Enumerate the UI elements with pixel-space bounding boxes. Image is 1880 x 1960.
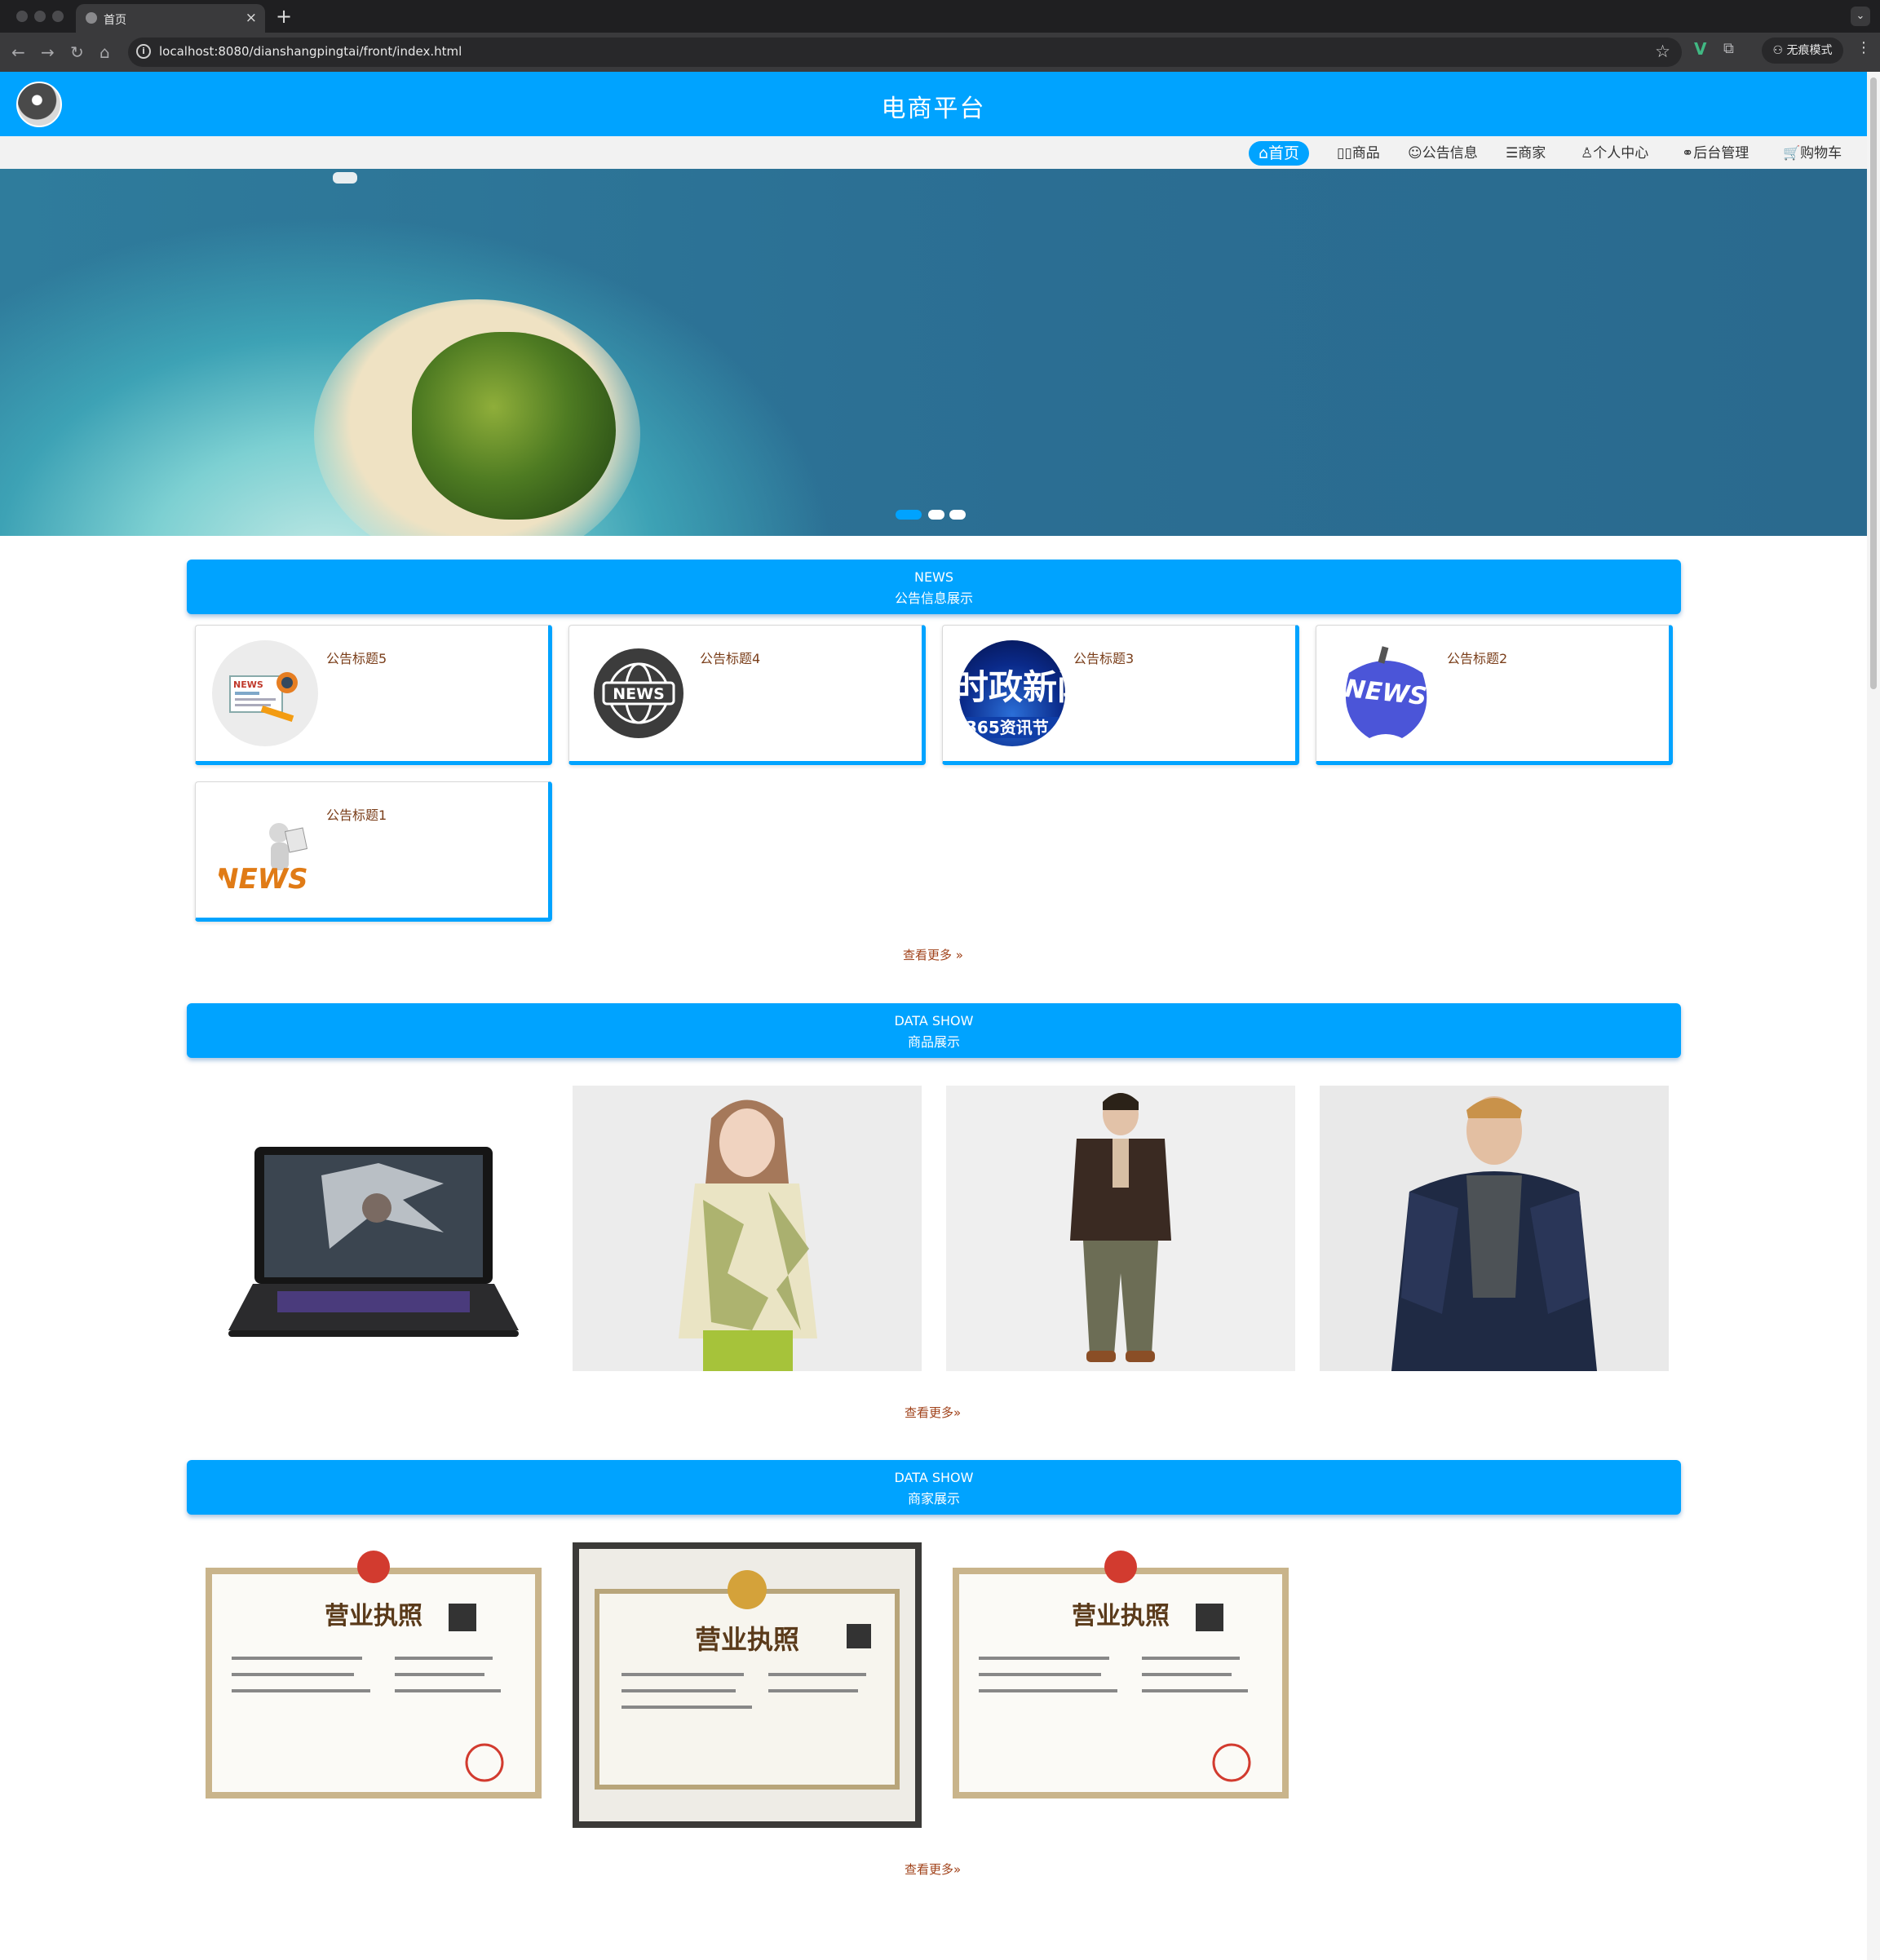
- news-newspaper-icon: NEWS: [212, 640, 318, 746]
- window-close-dot[interactable]: [16, 11, 28, 22]
- merchant-tile-license[interactable]: 营业执照: [199, 1542, 548, 1828]
- news-globe-icon: NEWS: [586, 640, 692, 746]
- news-card[interactable]: NEWS 公告标题5: [195, 625, 552, 765]
- merchant-more-link[interactable]: 查看更多»: [905, 1860, 961, 1878]
- merchant-section-title-cn: 商家展示: [907, 1491, 960, 1507]
- merchant-tile-license[interactable]: 营业执照: [573, 1542, 922, 1828]
- news-title[interactable]: 公告标题4: [700, 648, 760, 667]
- tab-close-icon[interactable]: ×: [246, 10, 257, 26]
- new-tab-icon[interactable]: +: [276, 5, 292, 28]
- browser-tab-strip: 首页 × + ⌄: [0, 0, 1880, 33]
- goods-tile-woman-top[interactable]: [573, 1086, 922, 1371]
- license-heading: 营业执照: [1072, 1602, 1170, 1630]
- merchant-section-title-en: DATA SHOW: [894, 1470, 974, 1485]
- nav-home[interactable]: ⌂首页: [1249, 141, 1310, 166]
- nav-goods[interactable]: ▯▯商品: [1337, 141, 1380, 166]
- license-heading: 营业执照: [325, 1602, 422, 1630]
- address-url[interactable]: localhost:8080/dianshangpingtai/front/in…: [159, 44, 462, 59]
- tab-search-chevron-icon[interactable]: ⌄: [1851, 7, 1870, 26]
- goods-section-title-cn: 商品展示: [907, 1034, 960, 1050]
- news-title[interactable]: 公告标题2: [1447, 648, 1507, 667]
- incognito-badge[interactable]: ⚇ 无痕模式: [1762, 38, 1843, 64]
- news-card[interactable]: NEWS 公告标题4: [568, 625, 926, 765]
- banner-boat: [333, 172, 357, 184]
- svg-text:365资讯节: 365资讯节: [966, 718, 1049, 737]
- goods-section-header: DATA SHOW 商品展示: [187, 1003, 1681, 1058]
- back-arrow-icon[interactable]: ←: [11, 42, 25, 62]
- nav-admin[interactable]: ⚭后台管理: [1682, 141, 1749, 166]
- address-bar[interactable]: i localhost:8080/dianshangpingtai/front/…: [128, 38, 1682, 67]
- goods-tile-man-quilted-jacket[interactable]: [1320, 1086, 1669, 1371]
- news-section-title-cn: 公告信息展示: [894, 591, 973, 606]
- nav-merchant[interactable]: ☰商家: [1506, 141, 1546, 166]
- incognito-icon: ⚇: [1772, 44, 1787, 57]
- browser-toolbar: ← → ↻ ⌂ i localhost:8080/dianshangpingta…: [0, 33, 1880, 72]
- news-card[interactable]: NEWS 公告标题2: [1316, 625, 1673, 765]
- merchant-tile-license[interactable]: 营业执照: [946, 1542, 1295, 1828]
- goods-tile-man-brown-jacket[interactable]: [946, 1086, 1295, 1371]
- news-section-title-en: NEWS: [913, 569, 954, 585]
- bookmark-star-icon[interactable]: ☆: [1655, 42, 1670, 61]
- goods-more-link[interactable]: 查看更多»: [905, 1404, 961, 1421]
- svg-text:时政新闻: 时政新闻: [959, 667, 1065, 707]
- browser-tab[interactable]: 首页 ×: [76, 4, 265, 33]
- page-scrollbar-thumb[interactable]: [1870, 77, 1877, 689]
- main-nav: ⌂首页 ▯▯商品 ☺公告信息 ☰商家 ♙个人中心 ⚭后台管理 🛒购物车: [0, 136, 1867, 169]
- news-card[interactable]: NEWS 公告标题1: [195, 781, 552, 922]
- globe-icon: [86, 12, 97, 24]
- extensions-puzzle-icon[interactable]: ⧉: [1723, 40, 1734, 57]
- carousel-dot-3[interactable]: [949, 510, 966, 520]
- window-minimize-dot[interactable]: [34, 11, 46, 22]
- svg-text:NEWS: NEWS: [233, 679, 263, 690]
- banner-carousel[interactable]: [0, 169, 1867, 536]
- news-title[interactable]: 公告标题3: [1073, 648, 1134, 667]
- site-title: 电商平台: [881, 95, 986, 123]
- vue-devtools-icon[interactable]: V: [1694, 39, 1706, 59]
- political-news-image: 时政新闻 365资讯节: [959, 640, 1065, 746]
- home-browser-icon[interactable]: ⌂: [100, 42, 110, 62]
- license-heading: 营业执照: [695, 1624, 799, 1655]
- incognito-label: 无痕模式: [1786, 44, 1833, 57]
- nav-user-center[interactable]: ♙个人中心: [1581, 141, 1648, 166]
- carousel-dot-1[interactable]: [896, 510, 922, 520]
- carousel-dot-2[interactable]: [928, 510, 944, 520]
- forward-arrow-icon[interactable]: →: [41, 42, 55, 62]
- site-header: 电商平台: [0, 72, 1867, 136]
- news-title[interactable]: 公告标题5: [326, 648, 387, 667]
- goods-section-title-en: DATA SHOW: [894, 1013, 974, 1029]
- reload-icon[interactable]: ↻: [70, 42, 84, 62]
- svg-text:NEWS: NEWS: [613, 685, 665, 703]
- site-info-icon[interactable]: i: [136, 44, 151, 59]
- window-zoom-dot[interactable]: [52, 11, 64, 22]
- goods-tile-laptop[interactable]: [199, 1086, 548, 1371]
- browser-menu-icon[interactable]: ⋮: [1856, 39, 1871, 56]
- svg-text:NEWS: NEWS: [215, 863, 308, 896]
- news-card[interactable]: 时政新闻 365资讯节 公告标题3: [942, 625, 1299, 765]
- nav-notice[interactable]: ☺公告信息: [1408, 141, 1478, 166]
- nav-cart[interactable]: 🛒购物车: [1783, 141, 1842, 166]
- news-section-header: NEWS 公告信息展示: [187, 560, 1681, 614]
- tab-title: 首页: [104, 14, 126, 27]
- news-more-link[interactable]: 查看更多 »: [903, 946, 963, 963]
- merchant-section-header: DATA SHOW 商家展示: [187, 1460, 1681, 1515]
- news-title[interactable]: 公告标题1: [326, 804, 387, 824]
- news-apple-icon: NEWS: [1333, 640, 1439, 746]
- news-3d-figure-icon: NEWS: [212, 797, 318, 903]
